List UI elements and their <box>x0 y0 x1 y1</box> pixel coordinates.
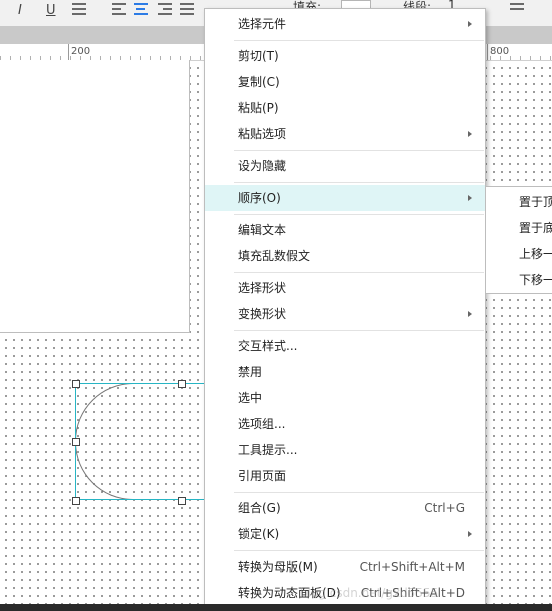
submenu-item-bring-to-front[interactable]: 置于顶层 <box>519 193 552 210</box>
underline-button[interactable]: U <box>46 3 56 18</box>
menu-item-paste-options[interactable]: 粘贴选项 <box>205 121 485 147</box>
menu-item-set-hidden[interactable]: 设为隐藏 <box>205 153 485 179</box>
chevron-right-icon <box>468 531 472 537</box>
resize-handle[interactable] <box>178 380 186 388</box>
bottom-status-strip <box>0 604 552 611</box>
menu-item-copy[interactable]: 复制(C) <box>205 69 485 95</box>
ruler-label-800: 800 <box>490 46 510 57</box>
menu-item-transform-shape[interactable]: 变换形状 <box>205 301 485 327</box>
menu-separator <box>234 40 484 41</box>
menu-separator <box>234 214 484 215</box>
resize-handle[interactable] <box>178 497 186 505</box>
menu-item-tooltip[interactable]: 工具提示... <box>205 437 485 463</box>
watermark: blog.csdn.net/gxd5555 <box>300 586 439 600</box>
menu-item-paste[interactable]: 粘贴(P) <box>205 95 485 121</box>
submenu-item-send-to-back[interactable]: 置于底层 <box>519 219 552 236</box>
align-justify-icon[interactable] <box>180 3 194 17</box>
menu-item-select-shape[interactable]: 选择形状 <box>205 275 485 301</box>
ruler-tick <box>68 44 69 60</box>
submenu-item-send-backward[interactable]: 下移一层 <box>519 271 552 288</box>
menu-item-selected[interactable]: 选中 <box>205 385 485 411</box>
resize-handle[interactable] <box>72 497 80 505</box>
menu-separator <box>234 182 484 183</box>
menu-item-select-widget[interactable]: 选择元件 <box>205 11 485 37</box>
menu-item-fill-lorem[interactable]: 填充乱数假文 <box>205 243 485 269</box>
menu-item-cut[interactable]: 剪切(T) <box>205 43 485 69</box>
ruler-label-200: 200 <box>71 46 91 57</box>
chevron-right-icon <box>468 195 472 201</box>
resize-handle[interactable] <box>72 438 80 446</box>
selection-outline <box>75 383 225 500</box>
menu-item-group[interactable]: 组合(G) Ctrl+G <box>205 495 485 521</box>
menu-item-disabled[interactable]: 禁用 <box>205 359 485 385</box>
menu-separator <box>234 330 484 331</box>
page-area <box>0 60 190 333</box>
list-icon[interactable] <box>72 3 86 17</box>
menu-item-option-group[interactable]: 选项组... <box>205 411 485 437</box>
align-left-icon[interactable] <box>112 3 126 17</box>
resize-handle[interactable] <box>72 380 80 388</box>
menu-item-reference-page[interactable]: 引用页面 <box>205 463 485 489</box>
menu-separator <box>234 150 484 151</box>
chevron-right-icon <box>468 21 472 27</box>
menu-item-convert-to-master[interactable]: 转换为母版(M) Ctrl+Shift+Alt+M <box>205 554 485 580</box>
menu-separator <box>234 492 484 493</box>
line-style-icon[interactable] <box>510 3 524 17</box>
order-submenu: 置于顶层 置于底层 上移一层 下移一层 <box>485 186 552 294</box>
chevron-right-icon <box>468 311 472 317</box>
shortcut-label: Ctrl+Shift+Alt+M <box>359 560 465 574</box>
menu-separator <box>234 272 484 273</box>
context-menu: 选择元件 剪切(T) 复制(C) 粘贴(P) 粘贴选项 设为隐藏 顺序(O) 编… <box>204 8 486 608</box>
chevron-right-icon <box>468 131 472 137</box>
ruler-tick <box>487 44 488 60</box>
shortcut-label: Ctrl+G <box>424 501 465 515</box>
menu-item-edit-text[interactable]: 编辑文本 <box>205 217 485 243</box>
align-right-icon[interactable] <box>158 3 172 17</box>
italic-button[interactable]: I <box>18 3 22 18</box>
menu-separator <box>234 550 484 551</box>
menu-item-order[interactable]: 顺序(O) <box>205 185 485 211</box>
selected-shape[interactable] <box>72 380 225 505</box>
submenu-item-bring-forward[interactable]: 上移一层 <box>519 245 552 262</box>
menu-item-interaction-styles[interactable]: 交互样式... <box>205 333 485 359</box>
menu-item-lock[interactable]: 锁定(K) <box>205 521 485 547</box>
align-center-icon[interactable] <box>134 3 148 17</box>
